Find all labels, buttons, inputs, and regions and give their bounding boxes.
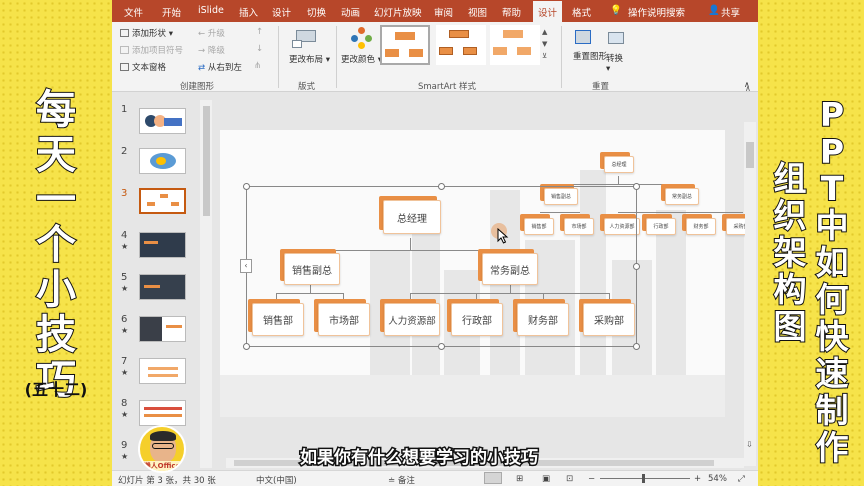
style-option-1[interactable] [380,25,430,65]
slideshow-button[interactable]: ⊡ [566,474,573,484]
resize-handle[interactable] [438,183,445,190]
ribbon-tab-bar: 文件 开始 iSlide 插入 设计 切换 动画 幻灯片放映 审阅 视图 帮助 … [112,0,758,22]
user-icon: 👤 [708,5,720,16]
scrollbar-thumb[interactable] [746,142,754,168]
episode-label: (五十二) [24,380,88,399]
right-to-left-button[interactable]: ⇄ 从右到左 [198,61,242,73]
slide-thumbnail-4[interactable] [139,232,186,258]
zoom-slider[interactable] [600,478,690,479]
share-button[interactable]: 共享 [721,5,740,19]
convert-button[interactable]: 转换 ▾ [606,52,623,74]
group-divider [561,26,562,88]
resize-handle[interactable] [243,183,250,190]
resize-handle[interactable] [633,263,640,270]
slide-thumbnail-3[interactable] [139,188,186,214]
add-shape-icon [120,29,129,37]
left-vertical-title: 每天一个小技巧 [35,87,77,404]
slide-thumbnail-7[interactable] [139,358,186,384]
avatar-glasses [152,443,174,449]
demote-button[interactable]: → 降级 [198,44,225,56]
slide-thumbnail-1[interactable] [139,108,186,134]
right-title-column-1: PPT中如何快速制作 [815,95,850,467]
tab-review[interactable]: 审阅 [434,5,453,19]
tab-animations[interactable]: 动画 [341,5,360,19]
tab-format[interactable]: 格式 [572,5,591,19]
avatar-hair [150,431,176,441]
text-pane-toggle[interactable]: ‹ [240,259,252,273]
group-label-styles: SmartArt 样式 [418,82,477,92]
search-tell-me[interactable]: 操作说明搜索 [628,5,685,19]
tab-home[interactable]: 开始 [162,5,181,19]
slide-counter: 幻灯片 第 3 张，共 30 张 [118,476,216,486]
ribbon: 添加形状 ▾ 添加项目符号 文本窗格 ← 升级 → 降级 ⇄ 从右到左 ↑ ↓ … [112,22,758,92]
resize-handle[interactable] [633,183,640,190]
channel-logo: 懒人Office [138,425,186,473]
swap-icon: ⇄ [198,63,208,73]
tab-slideshow[interactable]: 幻灯片放映 [374,5,422,19]
promote-button[interactable]: ← 升级 [198,27,225,39]
editor-vertical-scrollbar[interactable] [744,122,756,466]
tab-file[interactable]: 文件 [124,5,143,19]
slide-thumbnail-6[interactable] [139,316,186,342]
text-pane-button[interactable]: 文本窗格 [120,61,166,73]
add-shape-button[interactable]: 添加形状 ▾ [120,27,173,39]
arrow-left-icon: ← [198,29,208,39]
resize-handle[interactable] [633,343,640,350]
tab-design[interactable]: 设计 [272,5,291,19]
add-bullet-button[interactable]: 添加项目符号 [120,44,183,56]
resize-handle[interactable] [438,343,445,350]
tab-islide[interactable]: iSlide [198,5,224,16]
arrow-right-icon: → [198,46,208,56]
zoom-out-button[interactable]: − [588,474,595,484]
move-down-button[interactable]: ↓ [256,44,263,54]
reading-view-button[interactable]: ▣ [542,474,550,484]
group-label-layouts: 版式 [298,82,316,92]
right-title-column-2: 组织架构图 [773,159,808,346]
text-pane-icon [120,63,129,71]
mouse-cursor-icon [497,228,509,244]
group-label-reset: 重置 [592,82,610,92]
change-colors-button[interactable]: 更改颜色 ▾ [341,53,382,65]
tab-transitions[interactable]: 切换 [307,5,326,19]
reset-graphic-icon [572,26,594,50]
slide-sorter-button[interactable]: ⊞ [516,474,523,484]
group-label-create: 创建图形 [180,82,215,92]
slide-thumbnail-2[interactable] [139,148,186,174]
zoom-slider-handle[interactable] [642,474,645,483]
zoom-level[interactable]: 54% [708,474,727,484]
group-divider [278,26,279,88]
bullet-icon [120,46,129,54]
thumbnail-scrollbar-thumb[interactable] [203,106,210,216]
lightbulb-icon: 💡 [610,5,622,16]
reset-graphic-button[interactable]: 重置图形 [573,52,607,63]
normal-view-button[interactable] [484,472,502,484]
group-divider [336,26,337,88]
notes-button[interactable]: ≐ 备注 [388,474,415,486]
fit-slide-icon[interactable]: ⤢ [738,474,745,484]
move-up-button[interactable]: ↑ [256,27,263,37]
resize-handle[interactable] [243,343,250,350]
layout-button[interactable]: ⋔ [254,61,261,71]
style-scroll-buttons[interactable]: ▲ ▼ ⊻ [542,26,547,62]
language-status[interactable]: 中文(中国) [256,474,297,486]
style-option-3[interactable] [490,25,540,65]
convert-icon [605,26,627,50]
logo-text: 懒人Office [140,461,184,471]
tab-view[interactable]: 视图 [468,5,487,19]
zoom-in-button[interactable]: + [694,474,701,484]
tab-insert[interactable]: 插入 [239,5,258,19]
change-layout-button[interactable]: 更改布局 ▾ [289,53,330,65]
ribbon-collapse-arrow[interactable]: ∧ [745,84,751,93]
slide-thumbnail-5[interactable] [139,274,186,300]
style-option-2[interactable] [436,25,486,65]
slide-next-icon[interactable]: ⇩ [746,440,753,449]
color-palette-icon [348,26,376,52]
change-layout-icon [290,26,320,54]
video-subtitle: 如果你有什么想要学习的小技巧 [299,447,540,470]
slide-thumbnail-8[interactable] [139,400,186,426]
tab-help[interactable]: 帮助 [502,5,521,19]
tab-smartart-design[interactable]: 设计 [533,1,563,22]
status-bar: 幻灯片 第 3 张，共 30 张 中文(中国) ≐ 备注 ⊞ ▣ ⊡ − + 5… [112,470,758,486]
